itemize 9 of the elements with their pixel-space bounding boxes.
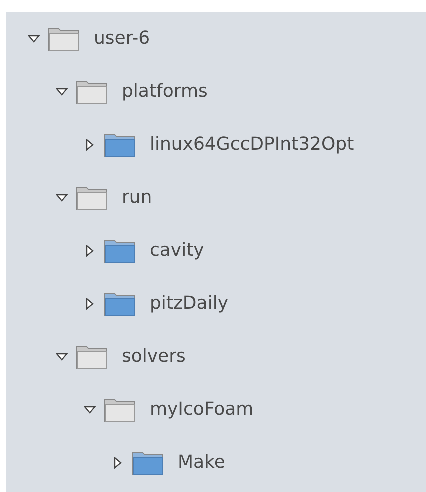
folder-name[interactable]: pitzDaily [150,293,228,314]
folder-name[interactable]: Make [178,452,226,473]
folder-name[interactable]: platforms [122,81,208,102]
folder-name[interactable]: cavity [150,240,204,261]
folder-name[interactable]: linux64GccDPInt32Opt [150,134,354,155]
folder-name[interactable]: run [122,187,152,208]
folder-name[interactable]: solvers [122,346,186,367]
folder-name[interactable]: user-6 [94,28,150,49]
folder-name[interactable]: myIcoFoam [150,399,254,420]
